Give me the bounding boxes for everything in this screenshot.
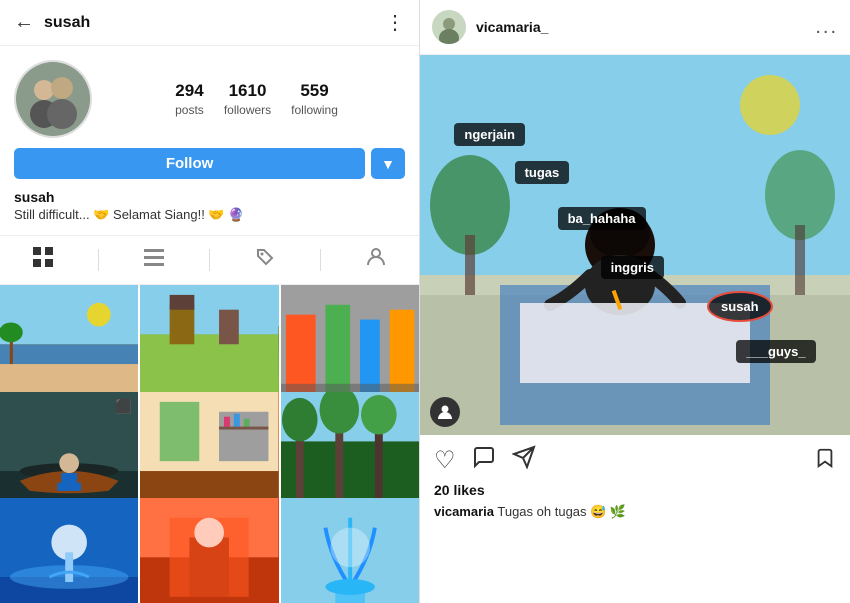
photo-grid: ⬛: [0, 285, 419, 603]
share-icon[interactable]: [512, 445, 536, 476]
like-icon[interactable]: ♡: [434, 446, 456, 475]
grid-overlay-4: ⬛: [115, 398, 132, 415]
bio-text: Still difficult... 🤝 Selamat Siang!! 🤝 🔮: [14, 207, 405, 223]
bookmark-icon[interactable]: [814, 447, 836, 475]
following-stat: 559 following: [291, 81, 338, 117]
left-header: ← susah ⋮: [0, 0, 419, 46]
caption-row: vicamaria Tugas oh tugas 😅 🌿: [420, 502, 850, 528]
posts-stat: 294 posts: [175, 81, 204, 117]
grid-photo-8[interactable]: [140, 498, 278, 603]
left-panel: ← susah ⋮ 294 posts: [0, 0, 420, 603]
list-tab-icon[interactable]: [123, 242, 185, 278]
following-label: following: [291, 103, 338, 117]
tag-inggris[interactable]: inggris: [601, 256, 664, 279]
post-image: ngerjain tugas ba_hahaha inggris susah _…: [420, 55, 850, 435]
follow-row: Follow ▼: [0, 148, 419, 189]
post-avatar: [432, 10, 466, 44]
post-username: vicamaria_: [476, 19, 805, 35]
tab-divider-1: [98, 249, 99, 271]
dropdown-button[interactable]: ▼: [371, 148, 405, 179]
following-count: 559: [300, 81, 328, 101]
grid-photo-9[interactable]: [281, 498, 419, 603]
grid-photo-7[interactable]: [0, 498, 138, 603]
more-options-icon[interactable]: ⋮: [385, 10, 405, 35]
user-tab-icon[interactable]: [345, 242, 407, 278]
tag-ngerjain[interactable]: ngerjain: [454, 123, 525, 146]
tab-divider-2: [209, 249, 210, 271]
bio-username: susah: [14, 189, 405, 205]
grid-tab-icon[interactable]: [12, 242, 74, 278]
avatar-image: [16, 62, 90, 136]
profile-username-header: susah: [44, 14, 375, 32]
back-icon[interactable]: ←: [14, 11, 34, 34]
posts-label: posts: [175, 103, 204, 117]
tag-tugas[interactable]: tugas: [515, 161, 570, 184]
followers-count: 1610: [229, 81, 267, 101]
stats-row: 294 posts 1610 followers 559 following: [108, 81, 405, 117]
follow-button[interactable]: Follow: [14, 148, 365, 179]
bio-section: susah Still difficult... 🤝 Selamat Siang…: [0, 189, 419, 235]
tag-guys[interactable]: ___guys_: [736, 340, 815, 363]
comment-icon[interactable]: [472, 445, 496, 476]
tag-bahaha[interactable]: ba_hahaha: [558, 207, 646, 230]
post-more-icon[interactable]: ...: [815, 16, 838, 39]
post-background: ngerjain tugas ba_hahaha inggris susah _…: [420, 55, 850, 435]
post-header: vicamaria_ ...: [420, 0, 850, 55]
right-panel: vicamaria_ ...: [420, 0, 850, 603]
post-actions: ♡: [420, 435, 850, 482]
tag-susah[interactable]: susah: [707, 291, 773, 322]
tab-divider-3: [320, 249, 321, 271]
tag-tab-icon[interactable]: [234, 242, 296, 278]
avatar: [14, 60, 92, 138]
caption-text: Tugas oh tugas 😅 🌿: [497, 504, 626, 519]
posts-count: 294: [175, 81, 203, 101]
tag-person-icon[interactable]: [430, 397, 460, 427]
caption-username[interactable]: vicamaria: [434, 504, 494, 519]
profile-section: 294 posts 1610 followers 559 following: [0, 46, 419, 148]
tabs-row: [0, 235, 419, 285]
followers-label: followers: [224, 103, 271, 117]
followers-stat: 1610 followers: [224, 81, 271, 117]
likes-count: 20 likes: [420, 482, 850, 502]
